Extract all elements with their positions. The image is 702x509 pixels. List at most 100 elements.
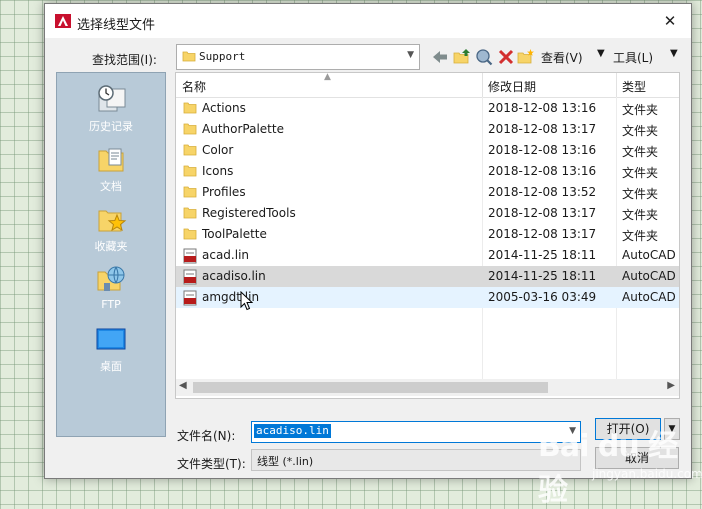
file-type: AutoCAD (622, 248, 676, 262)
file-name: RegisteredTools (202, 206, 296, 220)
file-date: 2018-12-08 13:52 (488, 185, 597, 199)
place-desktop[interactable]: 桌面 (57, 323, 165, 374)
file-type: 文件夹 (622, 124, 659, 138)
place-label: FTP (101, 298, 121, 311)
file-row[interactable]: Color 2018-12-08 13:16 文件夹 (176, 140, 679, 161)
scroll-left-icon[interactable]: ◀ (179, 380, 187, 391)
place-label: 历史记录 (89, 120, 133, 133)
column-divider[interactable] (616, 73, 617, 97)
folder-icon (183, 207, 197, 219)
places-bar: 历史记录 文档 收藏夹 FTP 桌面 (56, 72, 166, 437)
column-header-type[interactable]: 类型 (622, 78, 646, 95)
history-icon (98, 85, 126, 112)
folder-icon (183, 144, 197, 156)
file-name: Color (202, 143, 234, 157)
folder-icon (183, 165, 197, 177)
folder-icon (183, 123, 197, 135)
sort-ascending-icon: ▲ (324, 72, 331, 82)
file-name: ToolPalette (202, 227, 267, 241)
file-row[interactable]: Actions 2018-12-08 13:16 文件夹 (176, 98, 679, 119)
lin-file-icon (183, 290, 197, 306)
file-row[interactable]: acad.lin 2014-11-25 18:11 AutoCAD (176, 245, 679, 266)
file-type-label: 文件类型(T): (177, 457, 246, 471)
file-type: 文件夹 (622, 187, 659, 201)
folder-icon (183, 186, 197, 198)
file-row[interactable]: AuthorPalette 2018-12-08 13:17 文件夹 (176, 119, 679, 140)
file-name: acadiso.lin (202, 269, 266, 283)
place-label: 桌面 (100, 360, 122, 373)
scroll-right-icon[interactable]: ▶ (667, 380, 675, 391)
file-type: 文件夹 (622, 208, 659, 222)
views-menu[interactable]: 查看(V) (541, 49, 583, 66)
file-row[interactable]: Icons 2018-12-08 13:16 文件夹 (176, 161, 679, 182)
tools-caret-icon[interactable]: ▼ (670, 48, 678, 59)
file-name: acad.lin (202, 248, 250, 262)
file-type: 文件夹 (622, 166, 659, 180)
file-name-input[interactable]: acadiso.lin ▼ (251, 421, 581, 443)
file-date: 2018-12-08 13:17 (488, 122, 597, 136)
horizontal-scrollbar[interactable]: ◀ ▶ (176, 379, 679, 396)
ftp-icon (97, 266, 125, 291)
file-type-value: 线型 (*.lin) (257, 455, 314, 468)
mouse-cursor-icon (240, 291, 254, 311)
autocad-logo-icon (55, 14, 71, 28)
search-web-icon[interactable] (475, 48, 493, 66)
file-type-dropdown[interactable]: 线型 (*.lin) (251, 449, 581, 471)
place-favorites[interactable]: 收藏夹 (57, 203, 165, 254)
desktop-icon (96, 328, 126, 350)
column-divider[interactable] (482, 73, 483, 97)
file-type: AutoCAD (622, 269, 676, 283)
place-ftp[interactable]: FTP (57, 263, 165, 311)
favorites-icon (98, 210, 127, 232)
close-button[interactable]: ✕ (657, 10, 683, 32)
place-documents[interactable]: 文档 (57, 143, 165, 194)
file-type: 文件夹 (622, 229, 659, 243)
file-name: Actions (202, 101, 246, 115)
new-folder-icon[interactable] (517, 48, 535, 66)
scrollbar-thumb[interactable] (193, 382, 548, 393)
file-date: 2018-12-08 13:16 (488, 164, 597, 178)
file-date: 2018-12-08 13:16 (488, 143, 597, 157)
views-caret-icon[interactable]: ▼ (597, 48, 605, 59)
watermark-url: jingyan.baidu.com (592, 467, 702, 481)
file-date: 2018-12-08 13:16 (488, 101, 597, 115)
file-row[interactable]: RegisteredTools 2018-12-08 13:17 文件夹 (176, 203, 679, 224)
place-label: 文档 (100, 180, 122, 193)
file-date: 2014-11-25 18:11 (488, 269, 597, 283)
look-in-dropdown[interactable]: Support ▼ (176, 44, 420, 70)
dialog-title: 选择线型文件 (77, 18, 156, 33)
delete-icon[interactable] (497, 48, 515, 66)
file-name: Profiles (202, 185, 246, 199)
file-row-selected[interactable]: acadiso.lin 2014-11-25 18:11 AutoCAD (176, 266, 679, 287)
place-history[interactable]: 历史记录 (57, 83, 165, 134)
watermark-text: Bai du 经验 (538, 429, 678, 508)
select-linetype-dialog: 选择线型文件 ✕ 查找范围(I): Support ▼ 查看(V) ▼ 工具(L… (44, 3, 692, 479)
chevron-down-icon: ▼ (407, 50, 414, 60)
file-date: 2018-12-08 13:17 (488, 206, 597, 220)
file-date: 2018-12-08 13:17 (488, 227, 597, 241)
place-label: 收藏夹 (94, 240, 128, 253)
file-list: ▲ 名称 修改日期 类型 Actions 2018-12-08 13:16 文件… (175, 72, 680, 399)
file-name-value: acadiso.lin (254, 424, 331, 438)
folder-icon (183, 228, 197, 240)
file-name: AuthorPalette (202, 122, 284, 136)
file-row[interactable]: Profiles 2018-12-08 13:52 文件夹 (176, 182, 679, 203)
file-name: Icons (202, 164, 234, 178)
file-date: 2014-11-25 18:11 (488, 248, 597, 262)
back-icon[interactable] (431, 48, 449, 66)
column-header: ▲ 名称 修改日期 类型 (176, 73, 679, 98)
file-name-label: 文件名(N): (177, 429, 236, 443)
up-folder-icon[interactable] (453, 48, 471, 66)
lin-file-icon (183, 248, 197, 264)
baidu-watermark: Bai du 经验 jingyan.baidu.com (536, 413, 702, 508)
column-header-date[interactable]: 修改日期 (488, 78, 536, 95)
look-in-label: 查找范围(I): (92, 53, 157, 67)
file-row[interactable]: ToolPalette 2018-12-08 13:17 文件夹 (176, 224, 679, 245)
file-type: 文件夹 (622, 145, 659, 159)
title-bar: 选择线型文件 ✕ (45, 4, 691, 38)
tools-menu[interactable]: 工具(L) (613, 49, 653, 66)
look-in-value: Support (199, 50, 246, 63)
folder-icon (183, 102, 197, 114)
file-type: 文件夹 (622, 103, 659, 117)
column-header-name[interactable]: 名称 (182, 78, 206, 95)
